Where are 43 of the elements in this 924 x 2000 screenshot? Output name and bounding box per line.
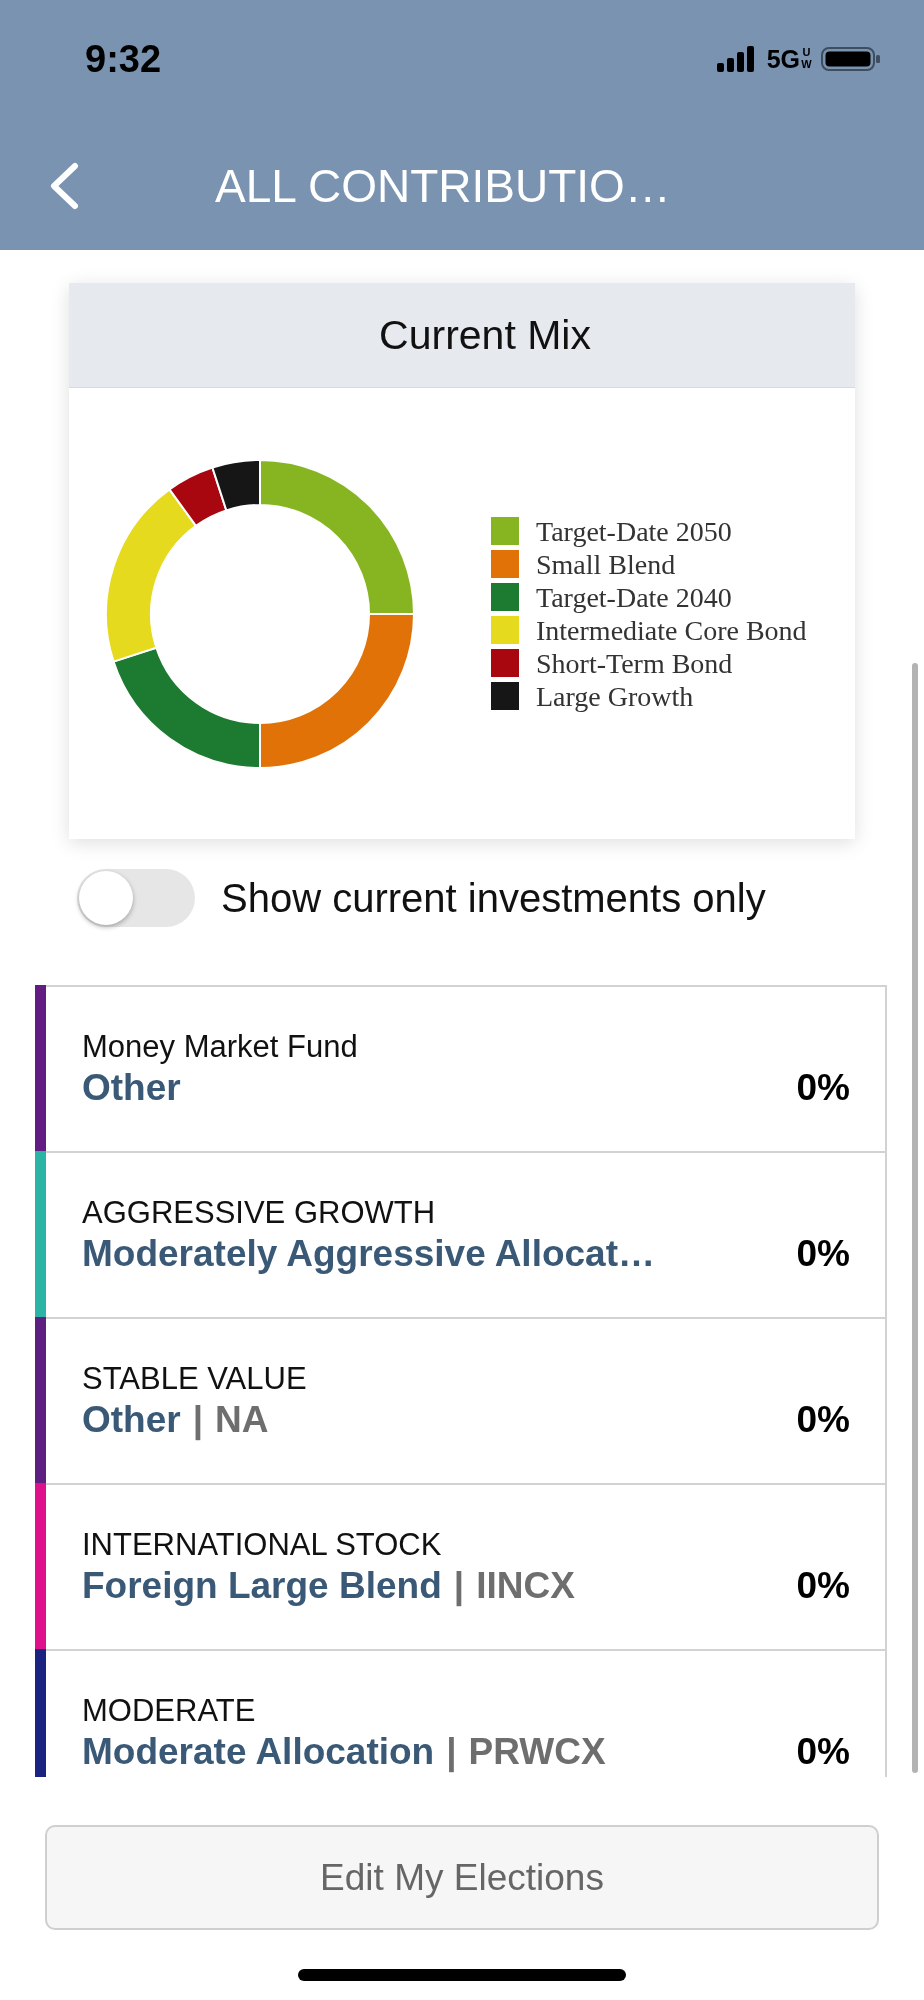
legend-label: Large Growth xyxy=(536,680,694,712)
battery-icon xyxy=(821,47,881,71)
signal-icon xyxy=(716,46,757,72)
category-label: STABLE VALUE xyxy=(82,1360,307,1398)
network-label: 5G xyxy=(766,46,800,72)
chevron-left-icon xyxy=(49,162,79,210)
fund-name: Moderately Aggressive Allocat… xyxy=(82,1232,655,1276)
network-suffix-label: UW xyxy=(801,47,812,71)
fund-row[interactable]: AGGRESSIVE GROWTH Moderately Aggressive Allocat… 0% xyxy=(46,1151,887,1317)
category-label: MODERATE xyxy=(82,1692,256,1730)
toggle-switch[interactable] xyxy=(77,869,195,927)
back-button[interactable] xyxy=(49,162,79,210)
legend-label: Target-Date 2050 xyxy=(536,515,732,547)
legend-label: Intermediate Core Bond xyxy=(536,614,807,646)
allocation-percent: 0% xyxy=(796,1066,850,1110)
allocation-percent: 0% xyxy=(796,1564,850,1608)
ticker-text: IINCX xyxy=(476,1564,575,1608)
status-time: 9:32 xyxy=(85,37,162,81)
allocation-percent: 0% xyxy=(796,1398,850,1442)
legend-label: Small Blend xyxy=(536,548,676,580)
toggle-label: Show current investments only xyxy=(221,875,766,921)
fund-row[interactable]: Money Market Fund Other 0% xyxy=(46,985,887,1151)
separator-text: | xyxy=(192,1398,204,1442)
ticker-text: NA xyxy=(215,1398,269,1442)
separator-text: | xyxy=(453,1564,465,1608)
fund-name: Other xyxy=(82,1066,181,1110)
category-label: AGGRESSIVE GROWTH xyxy=(82,1194,436,1232)
fund-row[interactable]: INTERNATIONAL STOCK Foreign Large Blend | IINCX 0% xyxy=(46,1483,887,1649)
legend-label: Short-Term Bond xyxy=(536,647,733,679)
fund-name: Other xyxy=(82,1398,181,1442)
card-title: Current Mix xyxy=(379,311,591,359)
legend-label: Target-Date 2040 xyxy=(536,581,732,613)
fund-name: Moderate Allocation xyxy=(82,1730,435,1774)
separator-text: | xyxy=(446,1730,457,1774)
category-label: Money Market Fund xyxy=(82,1028,358,1066)
allocation-percent: 0% xyxy=(796,1232,850,1276)
fund-row[interactable]: STABLE VALUE Other | NA 0% xyxy=(46,1317,887,1483)
allocation-percent: 0% xyxy=(796,1730,850,1774)
fund-name: Foreign Large Blend xyxy=(82,1564,442,1608)
page-title: ALL CONTRIBUTIO… xyxy=(215,159,671,213)
category-label: INTERNATIONAL STOCK xyxy=(82,1526,442,1564)
ticker-text: PRWCX xyxy=(468,1730,606,1774)
edit-elections-button[interactable]: Edit My Elections xyxy=(45,1825,879,1930)
